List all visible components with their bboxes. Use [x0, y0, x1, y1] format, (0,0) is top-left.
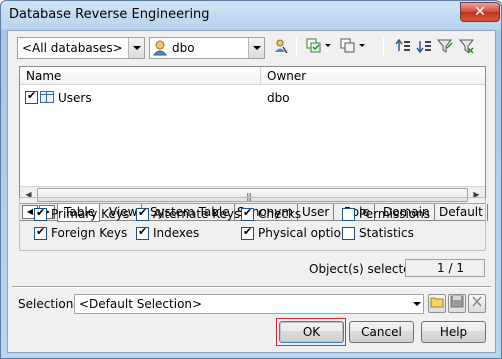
reverse-options-group: Primary Keys Alternate Keys Checks Permi… [19, 197, 486, 251]
column-header-name[interactable]: Name [26, 69, 61, 83]
checkbox[interactable] [342, 208, 355, 221]
clear-filter-icon[interactable] [458, 38, 476, 56]
selection-combo[interactable]: <Default Selection> [74, 294, 424, 314]
chevron-down-icon[interactable] [413, 302, 421, 306]
column-divider[interactable] [260, 67, 261, 85]
row-owner: dbo [267, 91, 290, 105]
row-name: Users [58, 91, 92, 105]
objects-selected-count: 1 / 1 [405, 259, 485, 277]
title-bar[interactable]: Database Reverse Engineering ✕ [1, 1, 501, 29]
row-checkbox[interactable] [25, 89, 38, 104]
database-combo-value: <All databases> [22, 41, 123, 55]
move-down-icon[interactable] [415, 38, 433, 56]
table-row[interactable]: Users dbo [20, 89, 485, 107]
option-label: Foreign Keys [51, 226, 128, 240]
objects-selected-value: 1 / 1 [437, 261, 464, 275]
toolbar-separator [296, 36, 297, 56]
open-selection-button[interactable] [428, 294, 446, 313]
ok-button[interactable]: OK [279, 321, 344, 343]
owner-filter-icon[interactable] [271, 38, 289, 56]
option-label: Physical options [258, 226, 355, 240]
selection-label: Selection: [18, 297, 78, 311]
grid-header: Name Owner [20, 67, 485, 85]
database-combo[interactable]: <All databases> [17, 37, 145, 59]
move-up-icon[interactable] [394, 38, 412, 56]
select-all-icon[interactable] [305, 38, 323, 56]
option-label: Permissions [359, 207, 430, 221]
deselect-all-icon[interactable] [339, 38, 357, 56]
option-label: Statistics [359, 226, 414, 240]
cancel-button[interactable]: Cancel [349, 321, 414, 343]
option-label: Checks [258, 207, 302, 221]
checkbox[interactable] [136, 225, 149, 240]
window-title: Database Reverse Engineering [9, 7, 210, 22]
checkbox[interactable] [241, 206, 254, 221]
delete-icon [472, 296, 482, 307]
checkbox[interactable] [34, 225, 47, 240]
checkbox[interactable] [241, 225, 254, 240]
selection-value: <Default Selection> [79, 297, 203, 311]
chevron-down-icon[interactable] [248, 38, 264, 58]
save-selection-button[interactable] [448, 294, 466, 313]
chevron-down-icon[interactable] [325, 44, 331, 47]
owner-combo-value: dbo [172, 41, 195, 55]
user-icon [152, 40, 168, 56]
chevron-down-icon[interactable] [359, 44, 365, 47]
owner-combo[interactable]: dbo [149, 37, 265, 59]
toolbar-separator [383, 36, 384, 56]
dialog-client: <All databases> dbo Name Owner ✔ Users d… [7, 30, 496, 353]
column-header-owner[interactable]: Owner [267, 69, 306, 83]
divider [12, 286, 491, 288]
save-icon [450, 295, 464, 308]
chevron-down-icon[interactable] [128, 38, 144, 58]
folder-icon [430, 297, 444, 308]
close-button[interactable]: ✕ [460, 2, 500, 22]
help-button[interactable]: Help [421, 321, 486, 343]
checkbox[interactable] [342, 227, 355, 240]
delete-selection-button[interactable] [468, 294, 486, 313]
option-label: Primary Keys [51, 207, 130, 221]
filter-icon[interactable] [436, 38, 454, 56]
table-icon [40, 91, 54, 103]
option-label: Indexes [153, 226, 200, 240]
option-label: Alternate Keys [153, 207, 241, 221]
checkbox[interactable] [34, 206, 47, 221]
dialog-window: Database Reverse Engineering ✕ <All data… [0, 0, 502, 359]
checkbox[interactable] [136, 206, 149, 221]
